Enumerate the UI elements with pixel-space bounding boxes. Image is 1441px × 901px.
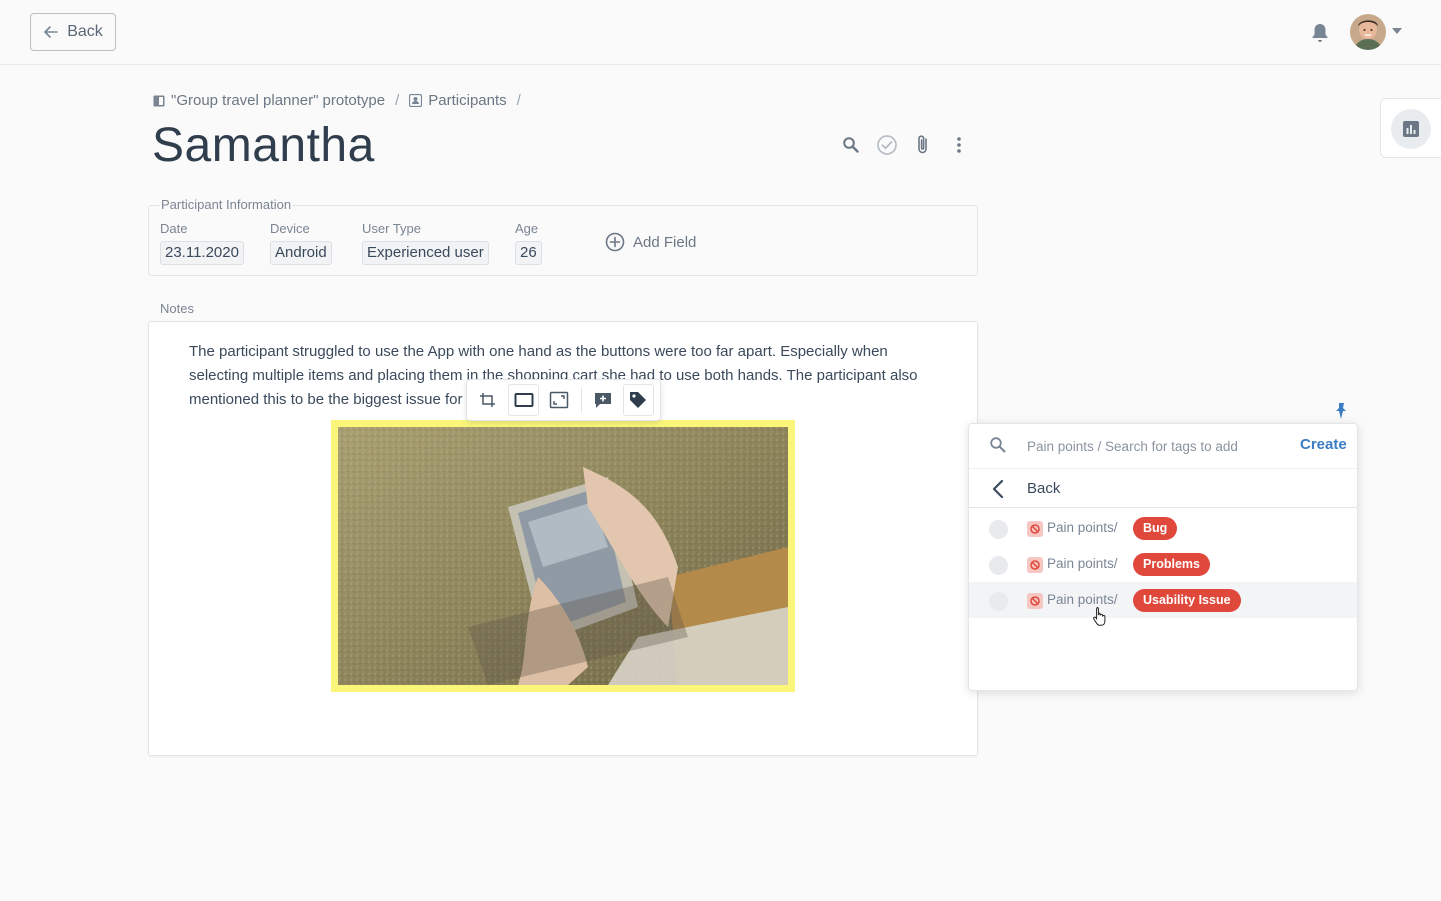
participants-icon <box>409 94 423 107</box>
check-circle-icon[interactable] <box>876 134 898 156</box>
field-age-label: Age <box>515 221 539 236</box>
tag-option-problems[interactable]: Pain points/ Problems <box>969 546 1357 582</box>
tag-option-bug[interactable]: Pain points/ Bug <box>969 510 1357 546</box>
field-device-label: Device <box>270 221 310 236</box>
notes-text-line: The participant struggled to use the App… <box>189 343 888 360</box>
search-icon <box>990 437 1006 453</box>
note-image-highlighted[interactable] <box>331 420 795 692</box>
frame-icon[interactable] <box>508 384 540 416</box>
field-date-value[interactable]: 23.11.2020 <box>160 241 244 265</box>
create-tag-button[interactable]: Create <box>1300 436 1347 453</box>
add-field-label: Add Field <box>633 233 697 251</box>
tag-pill: Problems <box>1133 553 1210 576</box>
avatar-menu-caret-icon[interactable] <box>1392 28 1402 34</box>
tag-search-input[interactable] <box>1027 434 1277 458</box>
tag-picker-panel: Create Back Pain points/ Bug Pain points… <box>968 423 1358 691</box>
field-age[interactable]: Age 26 <box>515 221 542 265</box>
breadcrumb: "Group travel planner" prototype / Parti… <box>153 92 523 109</box>
field-age-value[interactable]: 26 <box>515 241 542 265</box>
tag-search-bar: Create <box>969 424 1357 466</box>
chevron-left-icon <box>992 479 1004 499</box>
crop-icon[interactable] <box>473 384 504 416</box>
phone-in-hands-image <box>338 427 788 685</box>
title-actions <box>840 134 970 156</box>
tag-pill: Bug <box>1133 517 1178 540</box>
tag-radio[interactable] <box>989 556 1008 575</box>
notification-bell-icon[interactable] <box>1310 22 1330 44</box>
field-date-label: Date <box>160 221 188 236</box>
back-button-label: Back <box>67 23 103 40</box>
notes-label: Notes <box>160 301 194 316</box>
tag-group-icon <box>1027 557 1043 573</box>
expand-icon[interactable] <box>543 384 574 416</box>
tag-group-icon <box>1027 593 1043 609</box>
participant-info-panel: Date 23.11.2020 Device Android User Type… <box>148 205 978 276</box>
tag-radio[interactable] <box>989 520 1008 539</box>
analytics-icon <box>1391 109 1431 149</box>
tag-icon[interactable] <box>622 384 654 416</box>
field-user-type[interactable]: User Type Experienced user <box>362 221 489 265</box>
pin-icon[interactable] <box>1334 402 1348 420</box>
field-user-type-value[interactable]: Experienced user <box>362 241 489 265</box>
analytics-side-tab[interactable] <box>1380 98 1441 158</box>
tag-radio[interactable] <box>989 592 1008 611</box>
tag-back-label: Back <box>1027 480 1061 497</box>
search-icon[interactable] <box>840 134 862 156</box>
project-icon <box>153 95 165 106</box>
field-user-type-label: User Type <box>362 221 422 236</box>
plus-circle-icon <box>605 232 625 252</box>
breadcrumb-separator: / <box>516 92 521 109</box>
more-vertical-icon[interactable] <box>948 134 970 156</box>
page-title: Samantha <box>152 119 375 172</box>
tag-path: Pain points/ <box>1047 556 1118 571</box>
avatar[interactable] <box>1350 14 1386 50</box>
hand-cursor-icon <box>1093 607 1106 626</box>
toolbar-divider <box>580 387 582 413</box>
tag-path: Pain points/ <box>1047 520 1118 535</box>
tag-pill: Usability Issue <box>1133 589 1241 612</box>
breadcrumb-participants[interactable]: Participants <box>409 92 507 109</box>
breadcrumb-separator: / <box>395 92 400 109</box>
field-device[interactable]: Device Android <box>270 221 332 265</box>
top-bar: Back <box>0 0 1441 65</box>
tag-option-usability-issue[interactable]: Pain points/ Usability Issue <box>969 582 1357 618</box>
tag-group-icon <box>1027 521 1043 537</box>
field-date[interactable]: Date 23.11.2020 <box>160 221 244 265</box>
add-field-button[interactable]: Add Field <box>605 232 696 252</box>
avatar-image <box>1350 14 1386 50</box>
tag-back-button[interactable]: Back <box>969 468 1357 508</box>
add-comment-icon[interactable] <box>588 384 619 416</box>
image-toolbar <box>466 379 661 421</box>
paperclip-icon[interactable] <box>912 134 934 156</box>
tag-path: Pain points/ <box>1047 592 1118 607</box>
breadcrumb-project[interactable]: "Group travel planner" prototype <box>153 92 385 109</box>
participant-info-legend: Participant Information <box>160 197 293 212</box>
back-button[interactable]: Back <box>30 13 116 51</box>
field-device-value[interactable]: Android <box>270 241 332 265</box>
arrow-left-icon <box>44 26 59 38</box>
